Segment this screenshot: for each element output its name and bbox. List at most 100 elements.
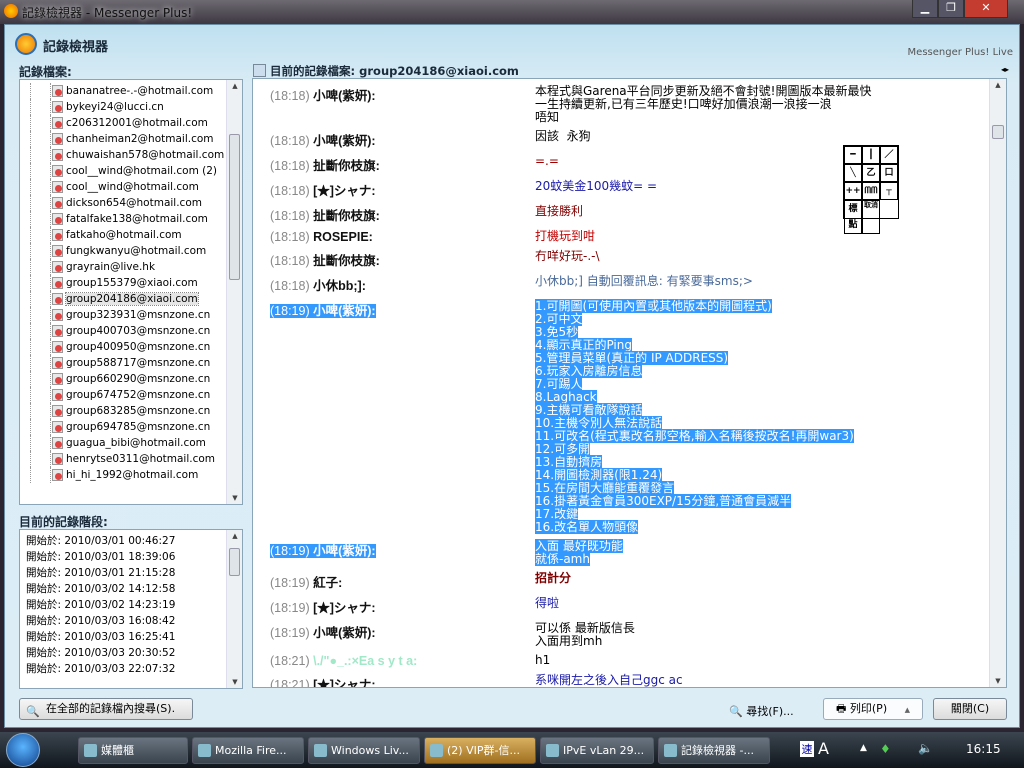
session-item[interactable]: 開始於: 2010/03/03 16:08:42 [26, 613, 236, 629]
file-tree-scrollbar[interactable]: ▲ ▼ [226, 80, 242, 504]
pane-arrows-icon[interactable]: ◂▸ [1001, 65, 1009, 74]
file-tree-item[interactable]: cool__wind@hotmail.com [20, 179, 226, 195]
file-name: guagua_bibi@hotmail.com [66, 437, 206, 449]
pad-key[interactable]: ┃ [862, 146, 880, 164]
minimize-button[interactable]: ▁ [912, 0, 938, 18]
file-tree-item[interactable]: guagua_bibi@hotmail.com [20, 435, 226, 451]
log-file-icon [253, 64, 266, 77]
find-link[interactable]: 🔍 尋找(F)... [729, 703, 794, 719]
taskbar-button[interactable]: IPvE vLan 29... [540, 737, 654, 764]
close-label: 關閉(C) [950, 702, 990, 715]
file-tree-item[interactable]: group674752@msnzone.cn [20, 387, 226, 403]
file-tree-item[interactable]: cool__wind@hotmail.com (2) [20, 163, 226, 179]
file-tree-item[interactable]: group588717@msnzone.cn [20, 355, 226, 371]
pad-key[interactable]: 乙 [862, 164, 880, 182]
file-tree-item[interactable]: group683285@msnzone.cn [20, 403, 226, 419]
file-tree-item[interactable]: group204186@xiaoi.com [20, 291, 226, 307]
network-tray-icon[interactable]: ♦ [880, 742, 891, 756]
session-item[interactable]: 開始於: 2010/03/03 16:25:41 [26, 629, 236, 645]
file-tree-item[interactable]: dickson654@hotmail.com [20, 195, 226, 211]
taskbar-button[interactable]: Mozilla Fire... [192, 737, 304, 764]
contact-log-icon [52, 101, 63, 113]
show-hidden-icons[interactable]: ▲ [860, 743, 867, 753]
message-meta: (18:19) 小啤(紫姸): [253, 300, 535, 534]
file-tree-item[interactable]: fatalfake138@hotmail.com [20, 211, 226, 227]
file-tree-item[interactable]: group660290@msnzone.cn [20, 371, 226, 387]
chat-scrollbar[interactable]: ▲ ▼ [989, 79, 1006, 687]
meta-wrap: (18:19) 小啤(紫姸): [270, 626, 376, 640]
file-tree-item[interactable]: bananatree-.-@hotmail.com [20, 83, 226, 99]
pad-key[interactable]: ++ [844, 182, 862, 200]
contact-log-icon [52, 293, 63, 305]
maximize-button[interactable]: ❐ [938, 0, 964, 18]
file-tree-item[interactable]: hi_hi_1992@hotmail.com [20, 467, 226, 483]
contact-log-icon [52, 389, 63, 401]
taskbar-button[interactable]: Windows Liv... [308, 737, 420, 764]
contact-log-icon [52, 405, 63, 417]
meta-wrap: (18:21) \./"●_.:×Ea s y t a: [270, 654, 417, 668]
input-pad-widget[interactable]: ━ ┃ ／ ╲ 乙口 ++ ᗰᗰ ┬ 標點 取消 [843, 145, 899, 234]
search-all-logs-button[interactable]: 🔍 在全部的記錄檔內搜尋(S). [19, 698, 193, 720]
close-window-button[interactable]: ✕ [964, 0, 1008, 18]
file-tree-item[interactable]: fungkwanyu@hotmail.com [20, 243, 226, 259]
file-name: fatkaho@hotmail.com [66, 229, 182, 241]
file-tree-item[interactable]: fatkaho@hotmail.com [20, 227, 226, 243]
contact-log-icon [52, 357, 63, 369]
file-tree-item[interactable]: group323931@msnzone.cn [20, 307, 226, 323]
message-sender: [★]シャナ: [313, 678, 376, 688]
file-tree-item[interactable]: c206312001@hotmail.com [20, 115, 226, 131]
clock[interactable]: 16:15 [966, 742, 1001, 756]
session-list[interactable]: 開始於: 2010/03/01 00:46:27 開始於: 2010/03/01 … [19, 529, 243, 689]
session-item[interactable]: 開始於: 2010/03/02 14:12:58 [26, 581, 236, 597]
pad-key[interactable]: ᗰᗰ [862, 182, 880, 200]
contact-log-icon [52, 85, 63, 97]
start-button[interactable] [6, 733, 40, 767]
taskbar-button[interactable]: (2) VIP群-信... [424, 737, 536, 764]
taskbar-label: IPvE vLan 29... [563, 744, 645, 757]
session-item[interactable]: 開始於: 2010/03/01 21:15:28 [26, 565, 236, 581]
file-name: group400703@msnzone.cn [66, 325, 211, 337]
file-tree-item[interactable]: group155379@xiaoi.com [20, 275, 226, 291]
file-tree-item[interactable]: bykeyi24@lucci.cn [20, 99, 226, 115]
close-button[interactable]: 關閉(C) [933, 698, 1007, 720]
file-tree-item[interactable]: henrytse0311@hotmail.com [20, 451, 226, 467]
chat-message: (18:19) 小啤(紫姸): 入面 最好既功能 就係-amh [253, 538, 989, 570]
file-tree-item[interactable]: chuwaishan578@hotmail.com [20, 147, 226, 163]
ime-mode[interactable]: A [818, 739, 829, 758]
taskbar-app-icon [430, 744, 443, 757]
contact-log-icon [52, 341, 63, 353]
message-sender: 小啤(紫姸): [313, 134, 376, 148]
session-item[interactable]: 開始於: 2010/03/03 20:30:52 [26, 645, 236, 661]
message-text: 20蚊美金100幾蚊= = [535, 180, 657, 199]
session-item[interactable]: 開始於: 2010/03/01 00:46:27 [26, 533, 236, 549]
volume-icon[interactable]: 🔈 [918, 741, 933, 755]
message-sender: 小啤(紫姸): [313, 89, 376, 103]
pad-key[interactable]: ╲ [844, 164, 862, 182]
message-time: (18:19) [270, 544, 310, 558]
ime-indicator[interactable]: 速 [800, 741, 814, 757]
taskbar-button[interactable]: 記錄檢視器 -... [658, 737, 770, 764]
pad-key[interactable]: ┬ [880, 182, 898, 200]
print-button[interactable]: 🖶 列印(P) ▲ [823, 698, 923, 720]
message-sender: 小啤(紫姸): [313, 626, 376, 640]
pad-key[interactable]: 口 [880, 164, 898, 182]
file-tree-item[interactable]: grayrain@live.hk [20, 259, 226, 275]
pad-key[interactable]: 標點 [844, 200, 862, 234]
pad-key[interactable]: ━ [844, 146, 862, 164]
message-meta: (18:18) 扯斷你枝旗: [253, 250, 535, 269]
pad-key[interactable]: 取消 [862, 200, 880, 234]
file-tree-item[interactable]: chanheiman2@hotmail.com [20, 131, 226, 147]
taskbar-button[interactable]: 媒體櫃 [78, 737, 188, 764]
message-text: 因該 永狗 [535, 130, 591, 149]
session-item[interactable]: 開始於: 2010/03/01 18:39:06 [26, 549, 236, 565]
file-tree-item[interactable]: group400950@msnzone.cn [20, 339, 226, 355]
file-tree[interactable]: bananatree-.-@hotmail.com bykeyi24@lucci.… [19, 79, 243, 505]
session-item[interactable]: 開始於: 2010/03/03 22:07:32 [26, 661, 236, 677]
taskbar-label: Mozilla Fire... [215, 744, 287, 757]
pad-key[interactable]: ／ [880, 146, 898, 164]
session-scrollbar[interactable]: ▲ ▼ [226, 530, 242, 688]
session-item[interactable]: 開始於: 2010/03/02 14:23:19 [26, 597, 236, 613]
file-tree-item[interactable]: group400703@msnzone.cn [20, 323, 226, 339]
file-tree-item[interactable]: group694785@msnzone.cn [20, 419, 226, 435]
message-time: (18:18) [270, 134, 310, 148]
